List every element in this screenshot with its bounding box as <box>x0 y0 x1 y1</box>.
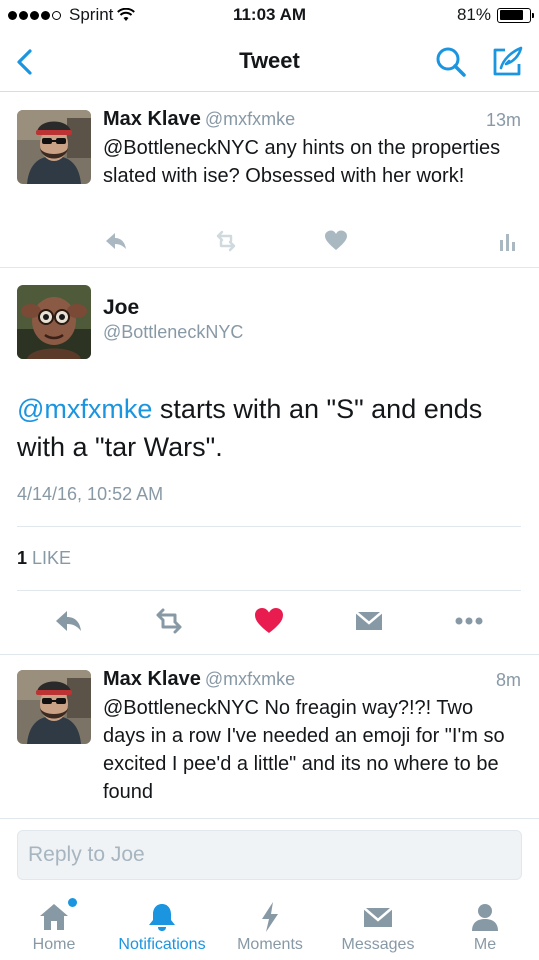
tweet-item[interactable]: Max Klave @mxfxmke 8m @BottleneckNYC No f… <box>0 668 539 818</box>
focused-user-name[interactable]: Joe <box>103 296 139 320</box>
analytics-icon[interactable] <box>495 228 521 254</box>
user-name[interactable]: Max Klave <box>103 108 201 130</box>
divider <box>17 590 521 591</box>
compose-icon[interactable] <box>489 44 525 80</box>
like-count-number: 1 <box>17 548 28 568</box>
like-icon[interactable] <box>323 228 349 254</box>
envelope-icon[interactable] <box>352 604 386 638</box>
divider <box>0 654 539 655</box>
avatar-max-klave <box>17 670 91 744</box>
retweet-icon[interactable] <box>213 228 239 254</box>
reply-icon[interactable] <box>103 228 129 254</box>
like-count[interactable]: 1 LIKE <box>17 548 71 569</box>
heart-filled-icon[interactable] <box>252 604 286 638</box>
avatar[interactable] <box>17 110 91 184</box>
user-handle[interactable]: @mxfxmke <box>205 109 295 129</box>
tweet-time: 8m <box>495 670 521 690</box>
avatar-max-klave <box>17 110 91 184</box>
battery-percent: 81% <box>456 5 491 24</box>
mention-link[interactable]: @mxfxmke <box>17 394 152 424</box>
battery-info: 81% <box>456 5 534 25</box>
focused-tweet-text: @mxfxmke starts with an "S" and ends wit… <box>17 390 522 466</box>
tweet-header: Max Klave @mxfxmke 13m <box>103 108 521 131</box>
divider <box>17 526 521 527</box>
tab-me[interactable]: Me <box>431 890 539 960</box>
focused-user-handle[interactable]: @BottleneckNYC <box>103 322 243 343</box>
reply-bar: Reply to Joe <box>0 818 539 890</box>
search-icon[interactable] <box>433 44 469 80</box>
status-bar: Sprint 11:03 AM 81% <box>0 0 539 32</box>
tab-bar: Home Notifications Moments Messages Me <box>0 890 539 960</box>
avatar[interactable] <box>17 285 91 359</box>
like-count-label: LIKE <box>32 548 72 568</box>
avatar[interactable] <box>17 670 91 744</box>
tweet-text: @BottleneckNYC any hints on the properti… <box>103 137 501 187</box>
user-name[interactable]: Max Klave <box>103 668 201 690</box>
reply-input[interactable]: Reply to Joe <box>17 830 522 880</box>
tweet-time: 13m <box>485 110 521 130</box>
reply-icon[interactable] <box>52 604 86 638</box>
battery-fill <box>499 10 523 20</box>
retweet-icon[interactable] <box>152 604 186 638</box>
home-icon <box>40 904 68 930</box>
tweet-header: Max Klave @mxfxmke 8m <box>103 668 521 691</box>
tweet-item[interactable]: Max Klave @mxfxmke 13m @BottleneckNYC any… <box>0 108 539 268</box>
person-icon <box>472 904 498 931</box>
tab-label: Me <box>473 936 497 953</box>
tweet-text: @BottleneckNYC No freagin way?!?! Two da… <box>103 697 505 803</box>
new-content-badge <box>68 898 77 907</box>
tweet-timestamp: 4/14/16, 10:52 AM <box>17 484 164 504</box>
battery-icon <box>497 7 534 23</box>
user-handle[interactable]: @mxfxmke <box>205 669 295 689</box>
envelope-icon <box>363 907 393 927</box>
more-icon[interactable] <box>452 604 486 638</box>
tweet-actions <box>103 228 521 256</box>
avatar-joe <box>17 285 91 359</box>
bell-icon <box>149 904 175 931</box>
nav-bar: Tweet <box>0 32 539 92</box>
lightning-icon <box>262 902 278 932</box>
divider <box>0 267 539 268</box>
